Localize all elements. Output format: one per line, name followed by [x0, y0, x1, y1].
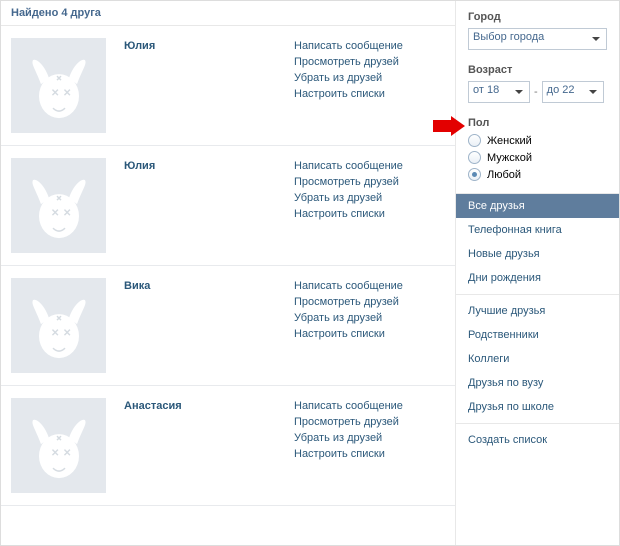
avatar-placeholder-icon: ✕ ✕ — [29, 418, 89, 480]
gender-option[interactable]: Любой — [468, 168, 607, 181]
svg-text:✕: ✕ — [51, 88, 59, 99]
city-label: Город — [468, 11, 607, 23]
avatar[interactable]: ✕ ✕ — [11, 38, 106, 133]
radio-icon — [468, 134, 481, 147]
svg-text:✕: ✕ — [51, 448, 59, 459]
avatar-placeholder-icon: ✕ ✕ — [29, 298, 89, 360]
friend-actions: Написать сообщение Просмотреть друзей Убра… — [294, 278, 403, 373]
friend-row: ✕ ✕ Вика Написать сообщение Просмотреть д… — [1, 266, 455, 386]
friend-action-3[interactable]: Настроить списки — [294, 328, 403, 340]
friend-action-1[interactable]: Просмотреть друзей — [294, 56, 403, 68]
friend-action-0[interactable]: Написать сообщение — [294, 400, 403, 412]
friend-name[interactable]: Анастасия — [124, 398, 294, 493]
svg-text:✕: ✕ — [63, 328, 71, 339]
svg-text:✕: ✕ — [63, 88, 71, 99]
gender-option[interactable]: Мужской — [468, 151, 607, 164]
friend-name[interactable]: Юлия — [124, 158, 294, 253]
gender-label-text: Женский — [487, 135, 532, 147]
results-header: Найдено 4 друга — [1, 1, 455, 26]
gender-option[interactable]: Женский — [468, 134, 607, 147]
friend-row: ✕ ✕ Юлия Написать сообщение Просмотреть д… — [1, 26, 455, 146]
avatar-placeholder-icon: ✕ ✕ — [29, 178, 89, 240]
avatar[interactable]: ✕ ✕ — [11, 398, 106, 493]
menu-item[interactable]: Дни рождения — [456, 266, 619, 290]
friend-row: ✕ ✕ Анастасия Написать сообщение Просмотр… — [1, 386, 455, 506]
menu-item[interactable]: Новые друзья — [456, 242, 619, 266]
friend-action-0[interactable]: Написать сообщение — [294, 40, 403, 52]
radio-icon — [468, 151, 481, 164]
menu-item[interactable]: Создать список — [456, 428, 619, 452]
friend-row: ✕ ✕ Юлия Написать сообщение Просмотреть д… — [1, 146, 455, 266]
friend-action-1[interactable]: Просмотреть друзей — [294, 296, 403, 308]
svg-text:✕: ✕ — [63, 448, 71, 459]
menu-item[interactable]: Друзья по вузу — [456, 371, 619, 395]
avatar[interactable]: ✕ ✕ — [11, 158, 106, 253]
avatar[interactable]: ✕ ✕ — [11, 278, 106, 373]
friend-action-2[interactable]: Убрать из друзей — [294, 312, 403, 324]
menu-item[interactable]: Лучшие друзья — [456, 299, 619, 323]
city-select[interactable]: Выбор города — [468, 28, 607, 50]
menu-item[interactable]: Друзья по школе — [456, 395, 619, 419]
friend-action-1[interactable]: Просмотреть друзей — [294, 416, 403, 428]
friend-actions: Написать сообщение Просмотреть друзей Убра… — [294, 398, 403, 493]
friend-action-2[interactable]: Убрать из друзей — [294, 192, 403, 204]
friend-action-2[interactable]: Убрать из друзей — [294, 72, 403, 84]
svg-text:✕: ✕ — [51, 208, 59, 219]
age-from-select[interactable]: от 18 — [468, 81, 530, 103]
gender-label: Пол — [468, 117, 607, 129]
friend-lists-menu: Все друзьяТелефонная книгаНовые друзьяДн… — [456, 193, 619, 452]
friend-actions: Написать сообщение Просмотреть друзей Убра… — [294, 38, 403, 133]
friend-action-2[interactable]: Убрать из друзей — [294, 432, 403, 444]
menu-separator — [456, 423, 619, 424]
age-label: Возраст — [468, 64, 607, 76]
friend-name[interactable]: Юлия — [124, 38, 294, 133]
svg-text:✕: ✕ — [51, 328, 59, 339]
gender-label-text: Мужской — [487, 152, 532, 164]
age-dash: - — [534, 86, 538, 98]
friend-action-3[interactable]: Настроить списки — [294, 88, 403, 100]
friend-action-0[interactable]: Написать сообщение — [294, 160, 403, 172]
friend-name[interactable]: Вика — [124, 278, 294, 373]
menu-item[interactable]: Телефонная книга — [456, 218, 619, 242]
menu-separator — [456, 294, 619, 295]
friend-action-3[interactable]: Настроить списки — [294, 208, 403, 220]
friend-action-3[interactable]: Настроить списки — [294, 448, 403, 460]
menu-item[interactable]: Коллеги — [456, 347, 619, 371]
radio-icon — [468, 168, 481, 181]
gender-label-text: Любой — [487, 169, 521, 181]
menu-item[interactable]: Все друзья — [456, 194, 619, 218]
friend-actions: Написать сообщение Просмотреть друзей Убра… — [294, 158, 403, 253]
menu-item[interactable]: Родственники — [456, 323, 619, 347]
filters-panel: Город Выбор города Возраст от 18 - до 22… — [456, 1, 619, 545]
friend-action-0[interactable]: Написать сообщение — [294, 280, 403, 292]
friends-panel: Найдено 4 друга ✕ ✕ Юлия Написать сообще… — [1, 1, 456, 545]
age-to-select[interactable]: до 22 — [542, 81, 604, 103]
friend-action-1[interactable]: Просмотреть друзей — [294, 176, 403, 188]
svg-text:✕: ✕ — [63, 208, 71, 219]
avatar-placeholder-icon: ✕ ✕ — [29, 58, 89, 120]
